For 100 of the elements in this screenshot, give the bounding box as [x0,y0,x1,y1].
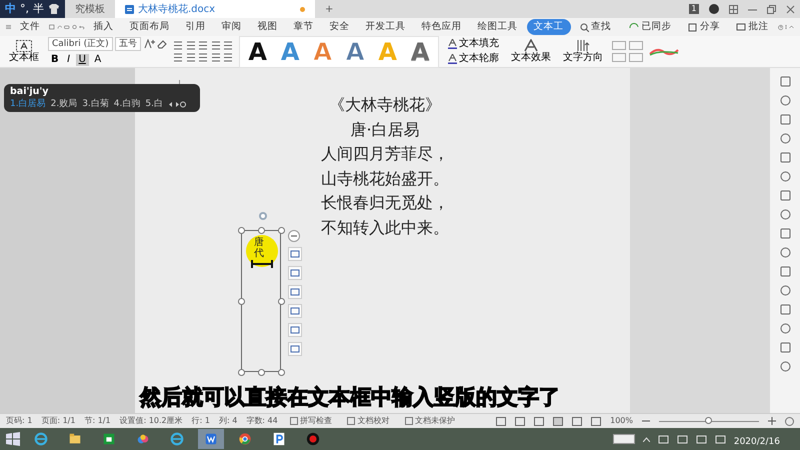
align-icon[interactable] [210,52,221,62]
sidebar-tool-icon[interactable] [780,95,790,106]
sidebar-tool-icon[interactable] [780,323,790,334]
menu-tab[interactable]: 绘图工具 [470,18,524,36]
comment-button[interactable]: 批注 [729,18,776,36]
view-mode-icon[interactable] [515,416,526,426]
sidebar-tool-icon[interactable] [780,247,790,258]
art-style-letter[interactable]: A [242,36,273,66]
bullet-list-icon[interactable] [173,41,184,50]
sidebar-tool-icon[interactable] [780,285,790,296]
text-direction-button[interactable]: 文字方向 [560,39,606,64]
status-button[interactable]: 拼写检查 [286,415,336,427]
search-button[interactable]: 查找 [572,18,618,36]
status-button[interactable]: 文档校对 [344,415,393,427]
text-effect-button[interactable]: 文本效果 [508,39,554,64]
text-fill-button[interactable]: 文本填充 [444,38,502,50]
account-badge[interactable]: 1 [688,4,699,14]
view-mode-icon[interactable] [572,416,582,426]
grow-font-icon[interactable] [144,39,155,50]
windows-start-icon[interactable] [6,432,20,446]
font-field[interactable]: Calibri (正文) [48,37,113,52]
menu-tab[interactable]: 审阅 [214,18,248,36]
resize-handle[interactable] [278,369,285,376]
sidebar-tool-icon[interactable] [780,152,790,163]
sidebar-tool-icon[interactable] [780,266,790,277]
format-button[interactable]: U [76,54,89,66]
taskbar-date[interactable]: 2020/2/16 [734,428,780,450]
restore-icon[interactable] [767,4,776,14]
menu-tab[interactable]: 文本工 [526,18,570,36]
text-box-button[interactable]: 文本框 [6,40,42,64]
page-arrows-icon[interactable] [168,101,186,108]
new-tab-button[interactable]: + [315,0,344,18]
format-button[interactable]: B [48,54,62,66]
menu-tab[interactable]: 特色应用 [414,18,468,36]
menu-tab[interactable]: 章节 [286,18,320,36]
art-style-letter[interactable]: A [405,36,436,66]
sidebar-tool-icon[interactable] [780,133,790,144]
view-mode-icon[interactable] [496,416,506,426]
resize-handle[interactable] [278,298,285,305]
menu-tab[interactable]: 页面布局 [122,18,176,36]
align-icon[interactable] [186,52,196,62]
align-icon[interactable] [173,52,184,62]
sidebar-tool-icon[interactable] [780,76,790,87]
menu-tab[interactable]: 安全 [322,18,356,36]
sidebar-tool-icon[interactable] [780,228,790,239]
sidebar-tool-icon[interactable] [780,171,790,182]
sidebar-tool-icon[interactable] [780,304,790,315]
resize-handle[interactable] [278,227,285,234]
sidebar-tool-icon[interactable] [780,114,790,125]
ime-candidate[interactable]: 5.白 [145,98,163,112]
text-outline-button[interactable]: 文本轮廓 [444,52,502,65]
resize-handle[interactable] [238,227,245,234]
avatar-icon[interactable] [709,4,719,14]
fit-icon[interactable] [785,416,794,426]
format-button[interactable]: A [91,54,104,66]
document-tab[interactable]: 究模板 [65,0,115,18]
view-mode-icon[interactable] [553,416,564,426]
sync-button[interactable]: 已同步 [622,18,678,36]
status-button[interactable]: 文档未保护 [402,415,458,427]
menu-tab[interactable]: 引用 [178,18,212,36]
colorful-text-icon[interactable] [648,47,679,56]
collapse-circle-icon[interactable] [288,230,300,242]
file-menu[interactable]: 文件 [13,18,47,36]
collapse-icon[interactable] [789,24,794,30]
sidebar-tool-icon[interactable] [780,342,790,353]
bullet-list-icon[interactable] [223,41,234,50]
ime-candidate[interactable]: 4.白驹 [114,98,140,112]
align-icon[interactable] [223,52,234,62]
sidebar-tool-icon[interactable] [780,361,790,372]
align-icon[interactable] [198,52,208,62]
share-button[interactable]: 分享 [680,18,727,36]
resize-handle[interactable] [258,227,265,234]
taskbar-app[interactable] [198,429,224,449]
font-size-field[interactable]: 五号 [115,37,142,52]
eraser-icon[interactable] [157,39,168,50]
document-tab[interactable]: 大林寺桃花.docx [115,0,315,18]
close-icon[interactable] [786,4,795,14]
bullet-list-icon[interactable] [198,41,208,50]
format-button[interactable]: I [64,54,74,66]
bullet-list-icon[interactable] [210,41,221,50]
menu-tab[interactable]: 开发工具 [358,18,412,36]
zoom-slider-thumb[interactable] [704,416,712,424]
resize-handle[interactable] [258,369,265,376]
ime-candidate[interactable]: 1.白居易 [10,98,46,112]
view-mode-icon[interactable] [534,416,544,426]
keyboard-icon[interactable] [612,434,635,444]
view-mode-icon[interactable] [591,416,602,426]
ime-candidate[interactable]: 3.白菊 [82,98,109,112]
sidebar-tool-icon[interactable] [780,209,790,220]
menu-tab[interactable]: 插入 [86,18,120,36]
menu-tab[interactable]: 视图 [250,18,284,36]
rotate-handle-icon[interactable] [258,211,268,221]
sidebar-tool-icon[interactable] [780,190,790,201]
grid-icon[interactable] [729,4,738,14]
ime-candidate[interactable]: 2.败局 [50,98,78,112]
resize-handle[interactable] [238,369,245,376]
zoom-in-icon[interactable] [768,417,776,425]
bullet-list-icon[interactable] [186,41,196,50]
ime-indicator[interactable]: 中 °, 半 [0,0,65,18]
resize-handle[interactable] [238,298,245,305]
